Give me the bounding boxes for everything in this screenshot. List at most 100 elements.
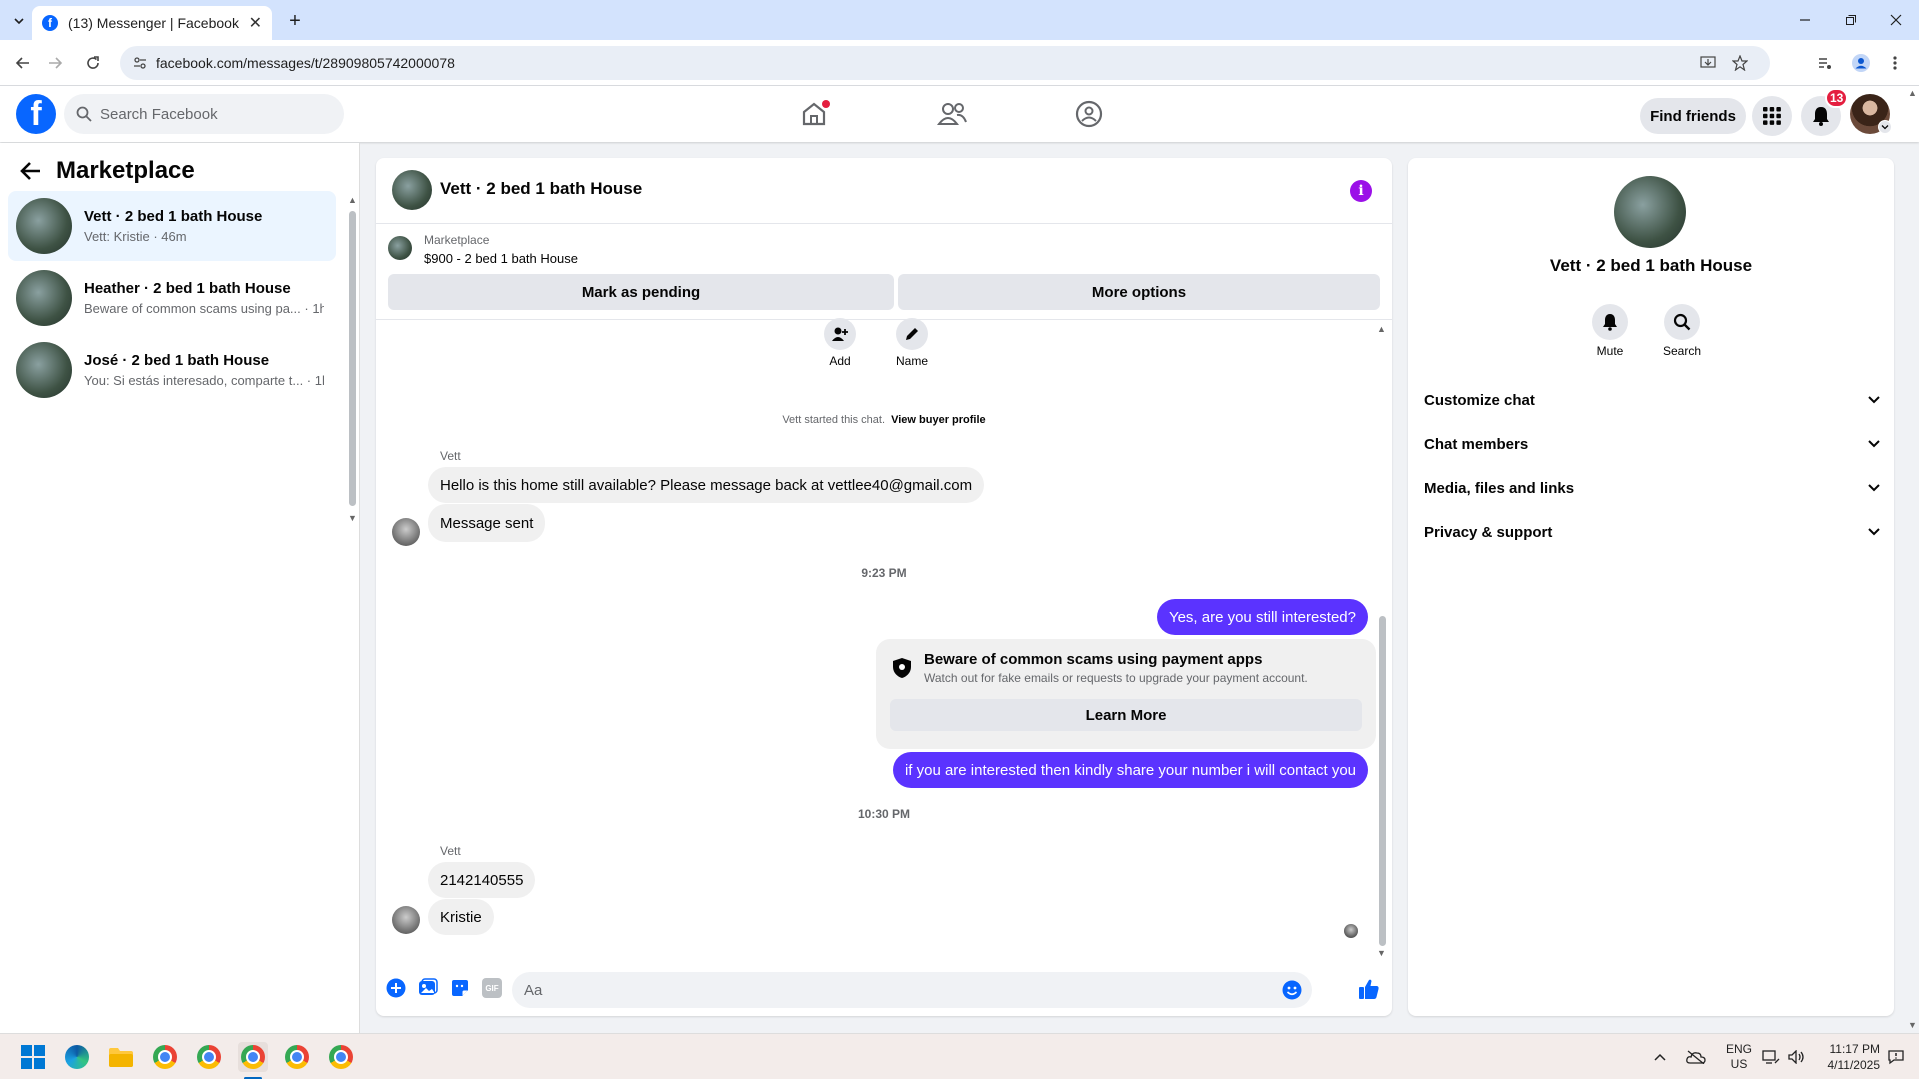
reload-icon[interactable] xyxy=(78,48,108,78)
browser-tab-strip: f (13) Messenger | Facebook ✕ + xyxy=(0,0,1919,40)
conversation-name: José · 2 bed 1 bath House xyxy=(84,352,270,369)
chat-members-section[interactable]: Chat members xyxy=(1424,426,1880,462)
listing-thumbnail[interactable] xyxy=(388,236,412,260)
chat-details-panel: Vett · 2 bed 1 bath House Mute Search Cu… xyxy=(1408,158,1894,1016)
details-title: Vett · 2 bed 1 bath House xyxy=(1549,256,1753,275)
view-buyer-profile-link[interactable]: View buyer profile xyxy=(891,414,986,426)
onedrive-off-icon[interactable] xyxy=(1686,1034,1706,1079)
thumbs-up-icon[interactable] xyxy=(1358,978,1380,1000)
message-input[interactable]: Aa xyxy=(512,972,1312,1008)
add-person-icon[interactable] xyxy=(824,318,856,350)
tab-close-icon[interactable]: ✕ xyxy=(249,13,262,33)
facebook-search-input[interactable]: Search Facebook xyxy=(64,94,344,134)
conversation-preview: Vett: Kristie · 46m xyxy=(84,229,187,244)
info-icon[interactable]: i xyxy=(1350,180,1372,202)
message-composer: GIF Aa xyxy=(376,966,1392,1016)
close-window-button[interactable] xyxy=(1873,0,1919,40)
clock[interactable]: 11:17 PM 4/11/2025 xyxy=(1816,1034,1881,1079)
site-info-icon[interactable] xyxy=(132,55,148,71)
sender-name: Vett xyxy=(440,449,461,463)
chrome-icon[interactable] xyxy=(150,1042,180,1072)
profile-icon[interactable] xyxy=(1846,48,1876,78)
browser-menu-icon[interactable] xyxy=(1880,48,1910,78)
file-explorer-icon[interactable] xyxy=(106,1042,136,1072)
marketplace-label: Marketplace xyxy=(424,233,490,247)
plus-circle-icon[interactable] xyxy=(386,978,406,998)
chat-title[interactable]: Vett · 2 bed 1 bath House xyxy=(440,179,642,199)
search-icon xyxy=(76,106,92,122)
emoji-icon[interactable] xyxy=(1282,980,1302,1000)
chevron-down-icon xyxy=(1868,396,1880,404)
minimize-button[interactable] xyxy=(1782,0,1828,40)
scam-warning-title: Beware of common scams using payment app… xyxy=(924,651,1263,668)
privacy-support-section[interactable]: Privacy & support xyxy=(1424,514,1880,550)
tab-search-icon[interactable] xyxy=(8,10,30,32)
seen-receipt-avatar xyxy=(1344,924,1358,938)
back-arrow-icon[interactable] xyxy=(8,48,38,78)
friends-icon[interactable] xyxy=(930,92,974,136)
search-label: Search xyxy=(1662,344,1702,358)
listing-title[interactable]: $900 - 2 bed 1 bath House xyxy=(424,251,578,266)
home-icon[interactable] xyxy=(792,92,836,136)
page-scrollbar[interactable]: ▲ ▼ xyxy=(1906,88,1918,1032)
incoming-message[interactable]: 2142140555 xyxy=(428,862,536,898)
install-app-icon[interactable] xyxy=(1700,55,1716,71)
media-files-links-section[interactable]: Media, files and links xyxy=(1424,470,1880,506)
chrome-active-icon[interactable] xyxy=(238,1042,268,1072)
chrome-profile-icon[interactable] xyxy=(194,1042,224,1072)
find-friends-button[interactable]: Find friends xyxy=(1640,98,1746,134)
outgoing-message[interactable]: if you are interested then kindly share … xyxy=(892,752,1368,788)
address-bar[interactable]: facebook.com/messages/t/2890980574200007… xyxy=(120,46,1770,80)
notifications-bell-icon[interactable]: 13 xyxy=(1801,88,1849,136)
forward-arrow-icon[interactable] xyxy=(40,48,70,78)
volume-icon[interactable] xyxy=(1788,1034,1806,1079)
scam-warning-card: Beware of common scams using payment app… xyxy=(876,639,1376,749)
chat-started-text: Vett started this chat. xyxy=(782,414,886,426)
outgoing-message[interactable]: Yes, are you still interested? xyxy=(1156,599,1368,635)
account-avatar[interactable] xyxy=(1850,94,1892,134)
clock-time: 11:17 PM xyxy=(1829,1042,1880,1056)
sender-avatar[interactable] xyxy=(392,906,420,934)
details-avatar[interactable] xyxy=(1614,176,1686,248)
mute-bell-icon[interactable] xyxy=(1592,304,1628,340)
browser-tab[interactable]: f (13) Messenger | Facebook ✕ xyxy=(32,6,272,40)
back-arrow-icon[interactable] xyxy=(20,161,42,181)
scam-warning-description: Watch out for fake emails or requests to… xyxy=(924,671,1308,685)
clock-date: 4/11/2025 xyxy=(1827,1058,1881,1072)
facebook-logo[interactable]: f xyxy=(16,94,56,134)
new-tab-button[interactable]: + xyxy=(282,8,308,34)
edge-browser-icon[interactable] xyxy=(62,1042,92,1072)
photo-icon[interactable] xyxy=(418,978,438,998)
sticker-icon[interactable] xyxy=(450,978,470,998)
incoming-message[interactable]: Kristie xyxy=(428,899,494,935)
show-hidden-icons-chevron-icon[interactable] xyxy=(1654,1034,1666,1079)
conversation-item[interactable]: José · 2 bed 1 bath House You: Si estás … xyxy=(8,335,336,405)
more-options-button[interactable]: More options xyxy=(898,274,1380,310)
chat-scrollbar[interactable]: ▲ ▼ xyxy=(1377,324,1387,958)
panel-title: Marketplace xyxy=(56,157,195,184)
mark-as-pending-button[interactable]: Mark as pending xyxy=(388,274,894,310)
conversation-item[interactable]: Vett · 2 bed 1 bath House Vett: Kristie … xyxy=(8,191,336,261)
sender-avatar[interactable] xyxy=(392,518,420,546)
menu-grid-icon[interactable] xyxy=(1752,96,1792,136)
customize-chat-section[interactable]: Customize chat xyxy=(1424,382,1880,418)
edit-name-pencil-icon[interactable] xyxy=(896,318,928,350)
bookmark-star-icon[interactable] xyxy=(1732,55,1748,71)
search-icon[interactable] xyxy=(1664,304,1700,340)
conversation-item[interactable]: Heather · 2 bed 1 bath House Beware of c… xyxy=(8,263,336,333)
incoming-message[interactable]: Message sent xyxy=(428,504,546,542)
gif-icon[interactable]: GIF xyxy=(482,978,502,998)
windows-start-icon[interactable] xyxy=(18,1042,48,1072)
incoming-message[interactable]: Hello is this home still available? Plea… xyxy=(428,467,985,503)
notification-center-icon[interactable] xyxy=(1888,1034,1904,1079)
groups-icon[interactable] xyxy=(1067,92,1111,136)
network-icon[interactable] xyxy=(1762,1034,1780,1079)
language-indicator[interactable]: ENG US xyxy=(1722,1034,1756,1079)
restore-button[interactable] xyxy=(1828,0,1874,40)
chrome-profile-icon[interactable] xyxy=(282,1042,312,1072)
learn-more-button[interactable]: Learn More xyxy=(890,699,1362,731)
chrome-profile-icon[interactable] xyxy=(326,1042,356,1072)
chat-avatar[interactable] xyxy=(392,170,432,210)
conversation-list-scrollbar[interactable]: ▲ ▼ xyxy=(348,195,357,527)
media-controls-icon[interactable] xyxy=(1810,48,1840,78)
